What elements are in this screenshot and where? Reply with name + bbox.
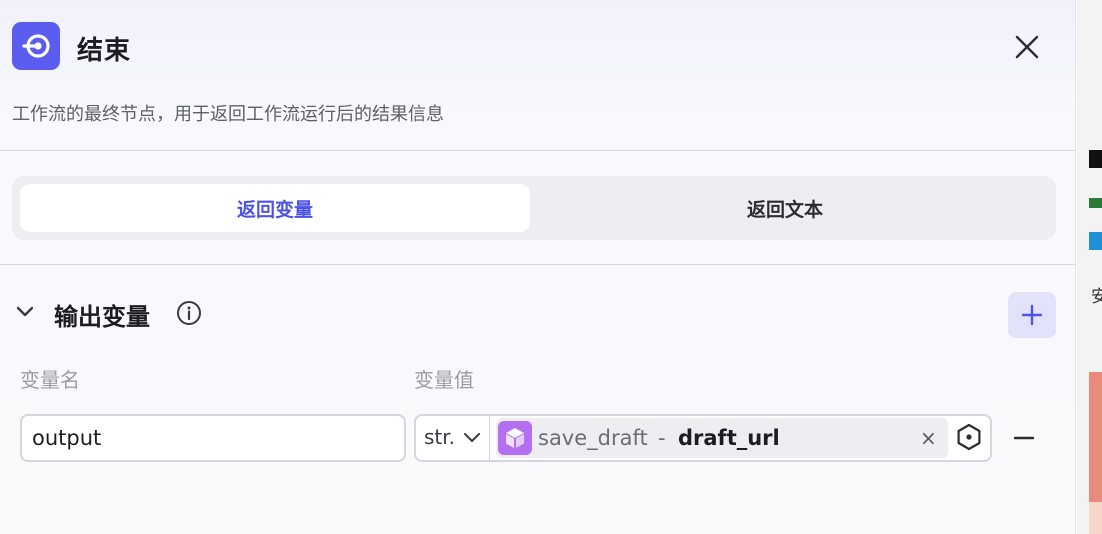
plus-icon bbox=[1021, 304, 1043, 326]
minus-icon bbox=[1013, 436, 1035, 440]
section-title: 输出变量 bbox=[54, 303, 150, 331]
column-label-name: 变量名 bbox=[20, 368, 80, 392]
variable-reference-tag[interactable]: save_draft - draft_url × bbox=[496, 418, 948, 458]
variable-value-field: str. save_draft - draft_url × bbox=[414, 414, 992, 462]
reference-node-name: save_draft bbox=[538, 426, 648, 450]
return-mode-tabs: 返回变量 返回文本 bbox=[12, 176, 1056, 240]
remove-variable-button[interactable] bbox=[1012, 426, 1036, 450]
canvas-fragment bbox=[1089, 150, 1102, 168]
reference-variable-name: draft_url bbox=[678, 426, 780, 450]
panel-description: 工作流的最终节点，用于返回工作流运行后的结果信息 bbox=[12, 104, 444, 125]
chevron-down-icon bbox=[464, 433, 480, 442]
variable-picker-button[interactable] bbox=[954, 422, 984, 452]
column-label-value: 变量值 bbox=[414, 368, 474, 392]
output-variables-header: 输出变量 bbox=[14, 292, 1056, 338]
canvas-fragment bbox=[1089, 198, 1102, 208]
collapse-toggle[interactable] bbox=[14, 302, 36, 322]
panel-title: 结束 bbox=[77, 36, 132, 66]
canvas-fragment-text: 安 bbox=[1091, 287, 1102, 307]
canvas-fragment bbox=[1089, 232, 1102, 250]
variable-name-input[interactable]: output bbox=[20, 414, 406, 462]
canvas-fragment bbox=[1089, 372, 1102, 502]
canvas-fragment bbox=[1089, 502, 1102, 534]
variable-picker-icon bbox=[957, 423, 981, 451]
divider bbox=[0, 150, 1076, 151]
background-canvas-edge: 安 bbox=[1077, 0, 1102, 534]
info-icon[interactable] bbox=[176, 300, 202, 326]
type-select[interactable]: str. bbox=[416, 416, 490, 460]
type-label: str. bbox=[424, 425, 456, 449]
add-variable-button[interactable] bbox=[1008, 292, 1056, 338]
chevron-down-icon bbox=[16, 306, 34, 317]
end-node-panel: 结束 工作流的最终节点，用于返回工作流运行后的结果信息 返回变量 返回文本 输出… bbox=[0, 0, 1076, 534]
clear-reference-button[interactable]: × bbox=[920, 426, 937, 450]
close-button[interactable] bbox=[1012, 32, 1042, 62]
divider bbox=[0, 264, 1076, 265]
tab-return-text[interactable]: 返回文本 bbox=[530, 184, 1040, 232]
tab-return-variables[interactable]: 返回变量 bbox=[20, 184, 530, 232]
reference-separator: - bbox=[658, 426, 666, 450]
end-node-icon bbox=[12, 22, 60, 70]
close-icon bbox=[1015, 35, 1039, 59]
panel-header: 结束 bbox=[12, 22, 1062, 70]
cube-icon bbox=[498, 421, 532, 455]
